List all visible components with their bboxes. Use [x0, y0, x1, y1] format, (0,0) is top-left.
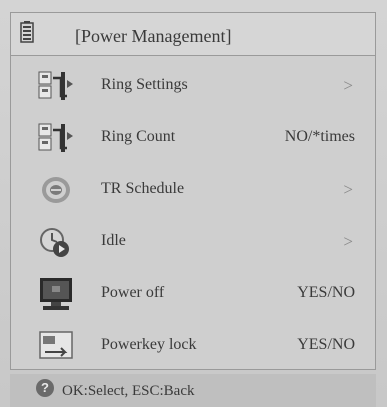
page-title: [Power Management] [75, 26, 232, 46]
ring-settings-icon [38, 71, 73, 100]
menu-item-label: Powerkey lock [101, 336, 197, 353]
idle-icon [40, 228, 69, 257]
menu-item-label: Ring Settings [101, 76, 188, 93]
ring-count-icon [38, 123, 73, 152]
menu-item-label: Power off [101, 284, 165, 301]
menu-item-label: Ring Count [101, 128, 176, 145]
menu-item-tr-schedule[interactable]: TR Schedule > [11, 164, 375, 216]
power-off-icon [40, 278, 72, 310]
menu-item-ring-count[interactable]: Ring Count NO/*times [11, 112, 375, 164]
menu-list: Ring Settings > Ring Count NO/*times TR … [10, 56, 376, 370]
chevron-right-icon: > [343, 180, 353, 199]
title-bar: [Power Management] [10, 12, 376, 56]
powerkey-lock-value: YES/NO [297, 336, 355, 353]
battery-icon [20, 21, 34, 43]
question-icon: ? [36, 379, 54, 397]
chevron-right-icon: > [343, 76, 353, 95]
tr-schedule-icon [42, 177, 70, 203]
menu-item-label: Idle [101, 232, 126, 249]
ring-count-value: NO/*times [284, 128, 355, 145]
menu-item-ring-settings[interactable]: Ring Settings > [11, 60, 375, 112]
footer-help-bar: ? OK:Select, ESC:Back [10, 374, 376, 407]
menu-item-powerkey-lock[interactable]: Powerkey lock YES/NO [11, 320, 375, 372]
power-off-value: YES/NO [297, 284, 355, 301]
power-management-screen: [Power Management] Ring Settings > Ring … [0, 0, 387, 407]
menu-item-label: TR Schedule [101, 180, 185, 197]
powerkey-lock-icon [39, 331, 73, 359]
footer-hint: OK:Select, ESC:Back [62, 383, 195, 399]
menu-item-idle[interactable]: Idle > [11, 216, 375, 268]
menu-item-power-off[interactable]: Power off YES/NO [11, 268, 375, 320]
chevron-right-icon: > [343, 232, 353, 251]
